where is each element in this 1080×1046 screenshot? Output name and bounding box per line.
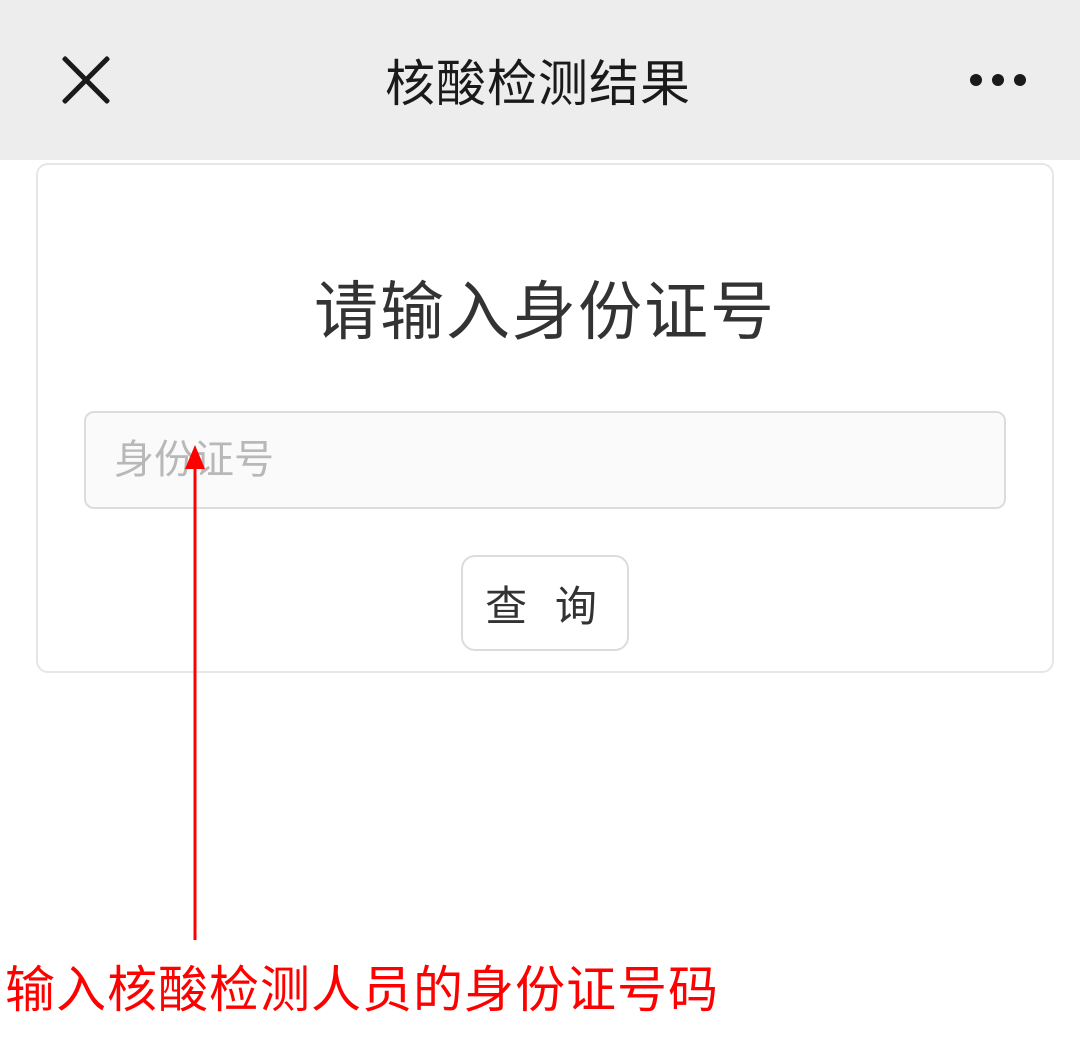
page-title: 核酸检测结果 (385, 44, 691, 116)
annotation-text: 输入核酸检测人员的身份证号码 (5, 950, 719, 1022)
card-heading: 请输入身份证号 (314, 261, 776, 353)
close-icon[interactable] (56, 50, 116, 110)
header-bar: 核酸检测结果 (0, 0, 1080, 160)
more-icon[interactable] (960, 54, 1036, 106)
id-number-input[interactable] (84, 411, 1006, 509)
query-button[interactable]: 查 询 (461, 555, 629, 651)
query-card: 请输入身份证号 查 询 (36, 163, 1054, 673)
